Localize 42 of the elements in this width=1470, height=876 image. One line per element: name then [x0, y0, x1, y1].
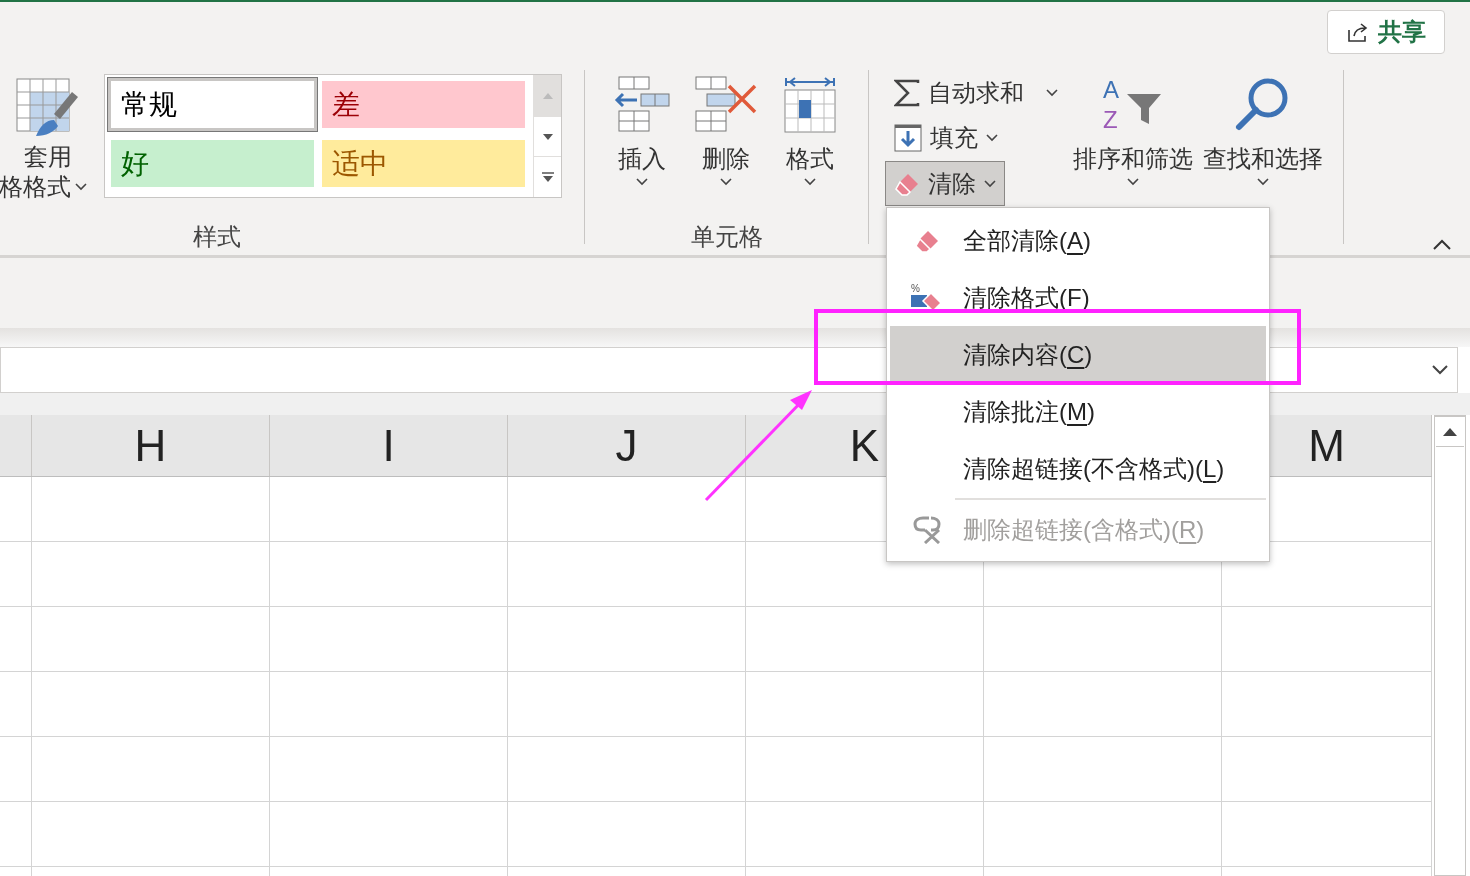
- chevron-down-icon[interactable]: [1431, 364, 1449, 376]
- chevron-down-icon: [1257, 178, 1269, 186]
- chevron-down-icon: [75, 183, 87, 191]
- group-label: 单元格: [689, 222, 764, 252]
- button-label: 套用: [24, 142, 72, 172]
- down-triangle-icon: [542, 133, 553, 140]
- ribbon-button[interactable]: 删除: [694, 70, 758, 219]
- up-triangle-icon: [1443, 427, 1457, 436]
- vertical-scrollbar[interactable]: [1434, 415, 1466, 876]
- up-triangle-icon: [542, 92, 553, 99]
- chevron-down-icon: [636, 178, 648, 186]
- cell-style-option[interactable]: 差: [322, 81, 525, 128]
- share-button[interactable]: 共享: [1327, 10, 1445, 54]
- column-header: J: [508, 415, 746, 476]
- fill-down-icon: [894, 123, 922, 152]
- expand-icon: [541, 172, 554, 182]
- ribbon-button[interactable]: 插入: [610, 70, 674, 219]
- cell-style-option[interactable]: 好: [111, 140, 314, 187]
- chevron-down-icon: [720, 178, 732, 186]
- table-brush-icon: [16, 78, 80, 138]
- chevron-down-icon: [986, 133, 998, 142]
- ribbon-button[interactable]: 格式: [778, 70, 842, 219]
- chevron-down-icon: [804, 178, 816, 186]
- ribbon-button[interactable]: 自动求和: [885, 70, 1067, 115]
- chevron-down-icon: [1127, 178, 1139, 186]
- chevron-down-icon: [1046, 88, 1058, 97]
- delete-cells-icon: [695, 76, 757, 132]
- menu-item[interactable]: 清除内容(C): [890, 326, 1266, 383]
- scroll-down-button[interactable]: [534, 116, 561, 157]
- cell-style-option[interactable]: 适中: [322, 140, 525, 187]
- column-header: H: [32, 415, 270, 476]
- format-cells-icon: [782, 76, 838, 134]
- ribbon-button[interactable]: 清除: [885, 161, 1005, 206]
- sigma-icon: [894, 78, 920, 107]
- share-icon: [1346, 20, 1370, 44]
- eraser-icon: [894, 171, 920, 196]
- column-header: I: [270, 415, 508, 476]
- ribbon-button[interactable]: 填充: [885, 115, 1007, 160]
- collapse-ribbon-icon[interactable]: [1432, 239, 1452, 251]
- chevron-down-icon: [984, 179, 996, 188]
- group-label: 样式: [192, 222, 242, 252]
- insert-cells-icon: [613, 76, 671, 132]
